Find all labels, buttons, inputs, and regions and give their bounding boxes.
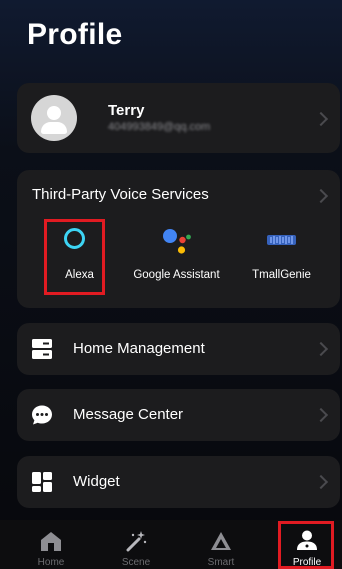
page-title: Profile <box>27 18 123 51</box>
chevron-right-icon <box>313 341 329 357</box>
home-management-icon <box>32 339 52 359</box>
voice-services-title: Third-Party Voice Services <box>32 186 209 203</box>
voice-service-label: TmallGenie <box>252 269 311 281</box>
voice-service-tmallgenie[interactable]: TmallGenie <box>229 222 334 292</box>
tab-smart[interactable]: Smart <box>189 520 253 569</box>
widget-grid-icon <box>32 472 52 492</box>
tab-label: Scene <box>121 557 151 568</box>
user-name: Terry <box>108 102 145 119</box>
avatar-head <box>47 106 61 120</box>
alexa-highlight-box <box>44 219 105 295</box>
avatar-body <box>41 122 67 134</box>
voice-service-label: Google Assistant <box>133 269 220 281</box>
user-email: 404993849@qq.com <box>108 121 211 133</box>
chat-bubble-icon <box>32 405 52 425</box>
menu-item-label: Message Center <box>73 406 184 423</box>
magic-wand-icon <box>126 531 147 552</box>
menu-item-label: Widget <box>73 473 120 490</box>
tmallgenie-icon <box>267 235 296 245</box>
menu-item-home-management[interactable]: Home Management <box>17 323 340 375</box>
menu-item-label: Home Management <box>73 340 205 357</box>
chevron-right-icon <box>313 407 329 423</box>
home-icon <box>41 532 61 551</box>
smart-icon <box>211 532 231 550</box>
tab-label: Home <box>37 557 65 568</box>
menu-item-widget[interactable]: Widget <box>17 456 340 508</box>
profile-tab-highlight-box <box>278 521 334 569</box>
chevron-right-icon <box>313 111 329 127</box>
user-profile-card[interactable]: Terry 404993849@qq.com <box>17 83 340 153</box>
tab-label: Smart <box>207 557 235 568</box>
tab-home[interactable]: Home <box>19 520 83 569</box>
chevron-right-icon <box>313 474 329 490</box>
tab-scene[interactable]: Scene <box>104 520 168 569</box>
voice-service-google-assistant[interactable]: Google Assistant <box>124 222 229 292</box>
avatar <box>31 95 77 141</box>
menu-item-message-center[interactable]: Message Center <box>17 389 340 441</box>
google-assistant-icon <box>163 229 191 254</box>
chevron-right-icon[interactable] <box>313 188 329 204</box>
